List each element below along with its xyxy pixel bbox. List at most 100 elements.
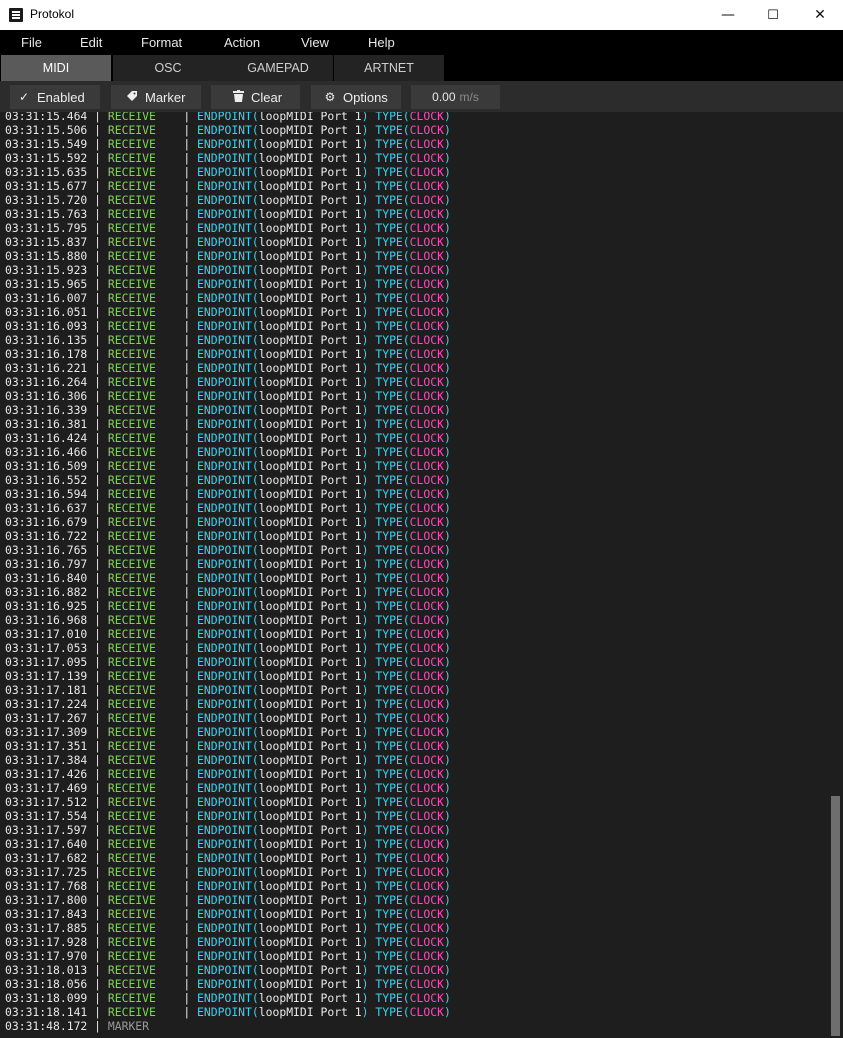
log-endpoint-value: loopMIDI Port 1 bbox=[258, 949, 362, 963]
log-type-keyword: TYPE bbox=[375, 319, 403, 333]
log-scrollbar[interactable] bbox=[828, 112, 843, 1038]
log-type-value: CLOCK bbox=[409, 655, 444, 669]
log-timestamp: 03:31:17.554 bbox=[5, 809, 88, 823]
log-direction: RECEIVE bbox=[107, 669, 184, 683]
log-endpoint-value: loopMIDI Port 1 bbox=[258, 112, 362, 123]
log-timestamp: 03:31:16.051 bbox=[5, 305, 88, 319]
tab-osc[interactable]: OSC bbox=[113, 55, 223, 81]
marker-button[interactable]: Marker bbox=[111, 85, 201, 109]
log-paren: ( bbox=[251, 711, 259, 725]
log-separator: | bbox=[183, 193, 198, 207]
log-type-value: CLOCK bbox=[409, 165, 444, 179]
log-timestamp: 03:31:17.426 bbox=[5, 767, 88, 781]
options-button[interactable]: ⚙ Options bbox=[311, 85, 401, 109]
log-endpoint-keyword: ENDPOINT bbox=[197, 879, 252, 893]
log-paren: ) bbox=[361, 571, 376, 585]
log-paren: ) bbox=[361, 501, 376, 515]
tab-midi[interactable]: MIDI bbox=[1, 55, 111, 81]
log-timestamp: 03:31:15.464 bbox=[5, 112, 88, 123]
log-type-keyword: TYPE bbox=[375, 669, 403, 683]
log-row: 03:31:16.221 | RECEIVE | ENDPOINT(loopMI… bbox=[5, 361, 451, 375]
minimize-button[interactable]: — bbox=[705, 0, 751, 30]
log-separator: | bbox=[87, 683, 108, 697]
log-endpoint-value: loopMIDI Port 1 bbox=[258, 725, 362, 739]
log-separator: | bbox=[183, 529, 198, 543]
log-type-value: CLOCK bbox=[409, 207, 444, 221]
log-paren: ) bbox=[361, 949, 376, 963]
log-paren: ) bbox=[443, 403, 451, 417]
log-rows: 03:31:15.464 | RECEIVE | ENDPOINT(loopMI… bbox=[5, 112, 451, 1033]
log-endpoint-keyword: ENDPOINT bbox=[197, 221, 252, 235]
log-type-keyword: TYPE bbox=[375, 599, 403, 613]
tab-gamepad[interactable]: GAMEPAD bbox=[223, 55, 333, 81]
app-menu-icon[interactable] bbox=[9, 8, 23, 22]
message-log[interactable]: 03:31:15.464 | RECEIVE | ENDPOINT(loopMI… bbox=[0, 112, 828, 1038]
log-row: 03:31:17.768 | RECEIVE | ENDPOINT(loopMI… bbox=[5, 879, 451, 893]
enabled-toggle[interactable]: ✓ Enabled bbox=[10, 85, 100, 109]
log-direction: RECEIVE bbox=[107, 963, 184, 977]
log-type-value: CLOCK bbox=[409, 347, 444, 361]
log-separator: | bbox=[87, 837, 108, 851]
log-paren: ) bbox=[443, 991, 451, 1005]
log-endpoint-keyword: ENDPOINT bbox=[197, 375, 252, 389]
log-separator: | bbox=[87, 249, 108, 263]
log-row: 03:31:16.051 | RECEIVE | ENDPOINT(loopMI… bbox=[5, 305, 451, 319]
log-endpoint-value: loopMIDI Port 1 bbox=[258, 571, 362, 585]
log-type-value: CLOCK bbox=[409, 305, 444, 319]
log-endpoint-keyword: ENDPOINT bbox=[197, 991, 252, 1005]
log-paren: ( bbox=[402, 697, 410, 711]
log-endpoint-value: loopMIDI Port 1 bbox=[258, 991, 362, 1005]
log-row: 03:31:17.267 | RECEIVE | ENDPOINT(loopMI… bbox=[5, 711, 451, 725]
log-separator: | bbox=[87, 809, 108, 823]
log-type-value: CLOCK bbox=[409, 1005, 444, 1019]
log-paren: ( bbox=[402, 725, 410, 739]
log-endpoint-value: loopMIDI Port 1 bbox=[258, 123, 362, 137]
log-endpoint-value: loopMIDI Port 1 bbox=[258, 781, 362, 795]
menu-edit[interactable]: Edit bbox=[80, 35, 102, 50]
menu-view[interactable]: View bbox=[301, 35, 329, 50]
menu-format[interactable]: Format bbox=[141, 35, 182, 50]
log-row: 03:31:17.725 | RECEIVE | ENDPOINT(loopMI… bbox=[5, 865, 451, 879]
log-direction: RECEIVE bbox=[107, 263, 184, 277]
log-type-keyword: TYPE bbox=[375, 291, 403, 305]
tab-artnet[interactable]: ARTNET bbox=[334, 55, 444, 81]
log-endpoint-value: loopMIDI Port 1 bbox=[258, 361, 362, 375]
log-paren: ) bbox=[361, 585, 376, 599]
log-endpoint-value: loopMIDI Port 1 bbox=[258, 235, 362, 249]
log-timestamp: 03:31:17.885 bbox=[5, 921, 88, 935]
log-type-keyword: TYPE bbox=[375, 739, 403, 753]
log-timestamp: 03:31:16.424 bbox=[5, 431, 88, 445]
log-paren: ( bbox=[402, 473, 410, 487]
log-direction: RECEIVE bbox=[107, 347, 184, 361]
log-row: 03:31:17.095 | RECEIVE | ENDPOINT(loopMI… bbox=[5, 655, 451, 669]
scroll-thumb[interactable] bbox=[831, 796, 840, 1036]
close-button[interactable]: ✕ bbox=[797, 0, 843, 30]
log-endpoint-value: loopMIDI Port 1 bbox=[258, 137, 362, 151]
log-separator: | bbox=[87, 221, 108, 235]
log-type-keyword: TYPE bbox=[375, 795, 403, 809]
log-paren: ) bbox=[443, 165, 451, 179]
log-type-keyword: TYPE bbox=[375, 977, 403, 991]
log-type-keyword: TYPE bbox=[375, 459, 403, 473]
menu-file[interactable]: File bbox=[21, 35, 42, 50]
log-paren: ( bbox=[251, 361, 259, 375]
log-endpoint-keyword: ENDPOINT bbox=[197, 151, 252, 165]
maximize-button[interactable]: ☐ bbox=[750, 0, 796, 30]
log-paren: ( bbox=[402, 347, 410, 361]
log-separator: | bbox=[183, 613, 198, 627]
log-endpoint-value: loopMIDI Port 1 bbox=[258, 431, 362, 445]
log-paren: ( bbox=[251, 165, 259, 179]
log-separator: | bbox=[87, 263, 108, 277]
log-row: 03:31:16.882 | RECEIVE | ENDPOINT(loopMI… bbox=[5, 585, 451, 599]
log-type-keyword: TYPE bbox=[375, 277, 403, 291]
menu-action[interactable]: Action bbox=[224, 35, 260, 50]
log-type-keyword: TYPE bbox=[375, 165, 403, 179]
log-endpoint-value: loopMIDI Port 1 bbox=[258, 389, 362, 403]
menu-help[interactable]: Help bbox=[368, 35, 395, 50]
log-separator: | bbox=[87, 235, 108, 249]
log-paren: ( bbox=[402, 739, 410, 753]
log-type-keyword: TYPE bbox=[375, 613, 403, 627]
log-paren: ) bbox=[361, 137, 376, 151]
clear-button[interactable]: Clear bbox=[211, 85, 300, 109]
log-timestamp: 03:31:15.677 bbox=[5, 179, 88, 193]
